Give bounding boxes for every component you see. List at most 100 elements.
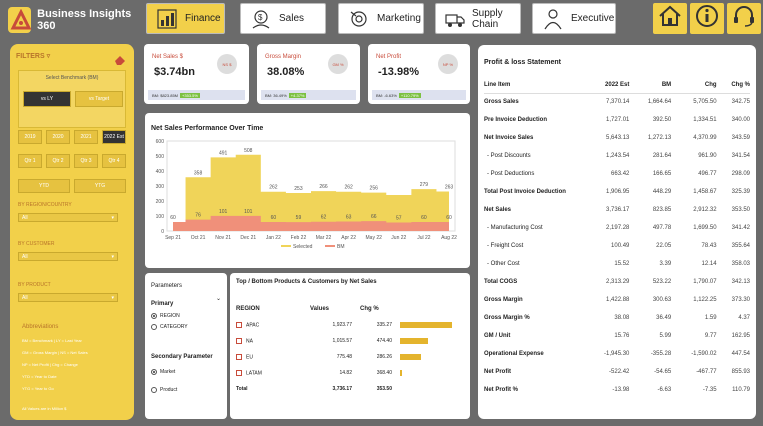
- pl-row: Total Post Invoice Deduction 1,906.95 448.…: [484, 183, 750, 201]
- quarter-4[interactable]: Qtr 4: [102, 154, 126, 168]
- pl-cell-bm: 5.99: [659, 333, 672, 339]
- pl-cell-chg: 496.77: [698, 171, 717, 177]
- data-label-bm: 76: [195, 213, 201, 219]
- table-row[interactable]: APAC 1,923.77 335.27: [236, 317, 464, 333]
- data-label-bm: 63: [346, 215, 352, 221]
- primary-option-category[interactable]: CATEGORY: [151, 324, 188, 330]
- pl-row: Net Profit -522.42 -54.65 -467.77 855.93: [484, 363, 750, 381]
- table-row[interactable]: NA 1,015.57 474.40: [236, 333, 464, 349]
- benchmark-vs-ly[interactable]: vs LY: [23, 91, 71, 107]
- data-label-selected: 508: [244, 148, 253, 154]
- kpi-title: Net Profit: [376, 54, 402, 60]
- y-tick-label: 600: [156, 139, 165, 145]
- pl-cell-bm: 300.63: [652, 297, 672, 303]
- pl-cell-item: Pre Invoice Deduction: [484, 117, 548, 123]
- column-header[interactable]: Values: [310, 301, 360, 317]
- support-button[interactable]: [727, 3, 761, 34]
- app-logo: Business Insights 360: [8, 6, 140, 34]
- nav-supply-chain[interactable]: Supply Chain: [435, 3, 521, 34]
- pl-cell-pct: 355.64: [731, 243, 750, 249]
- kpi-value: $3.74bn: [154, 66, 195, 78]
- product-dropdown[interactable]: All ▾: [18, 293, 118, 302]
- data-label-bm: 60: [446, 215, 452, 221]
- clear-filters-button[interactable]: [114, 52, 126, 65]
- data-label-bm: 62: [321, 215, 327, 221]
- primary-option-region[interactable]: REGION: [151, 313, 180, 319]
- data-label-bm: 60: [170, 215, 176, 221]
- quarter-1[interactable]: Qtr 1: [18, 154, 42, 168]
- abbreviation-line: GM = Gross Margin | NS = Net Sales: [22, 350, 88, 355]
- pl-cell-item: Net Profit: [484, 369, 511, 375]
- column-header[interactable]: Chg %: [360, 301, 400, 317]
- pl-cell-item: Gross Margin: [484, 297, 523, 303]
- ytd-button[interactable]: YTD: [18, 179, 70, 193]
- kpi-net-profit: Net Profit -13.98% NP % BM: -6.63% +110.7…: [368, 44, 470, 104]
- parameters-panel: Parameters ⌄ Primary REGION CATEGORY Sec…: [145, 273, 227, 419]
- x-tick-label: Jul 22: [417, 235, 431, 241]
- table-row[interactable]: LATAM 14.82 368.40: [236, 365, 464, 381]
- x-tick-label: Aug 22: [441, 235, 457, 241]
- pl-cell-pct: 342.13: [731, 279, 750, 285]
- column-header[interactable]: REGION: [236, 301, 310, 317]
- data-label-bm: 60: [271, 215, 277, 221]
- nav-label: Sales: [279, 13, 305, 24]
- nav-marketing[interactable]: Marketing: [338, 3, 424, 34]
- year-2021[interactable]: 2021: [74, 130, 98, 144]
- data-label-bm: 60: [421, 215, 427, 221]
- pl-cell-item: Gross Margin %: [484, 315, 530, 321]
- info-button[interactable]: [690, 3, 724, 34]
- abbreviation-line: BM = Benchmark | LY = Last Year: [22, 338, 82, 343]
- column-header[interactable]: BM: [629, 77, 672, 94]
- region-dropdown[interactable]: All ▾: [18, 213, 118, 222]
- radio-icon: [151, 324, 157, 330]
- expand-icon[interactable]: [236, 321, 242, 328]
- year-2020[interactable]: 2020: [46, 130, 70, 144]
- pl-cell-bm: 497.78: [652, 225, 672, 231]
- pl-row: - Freight Cost 100.49 22.05 78.43 355.64: [484, 237, 750, 255]
- column-header[interactable]: 2022 Est: [584, 77, 630, 94]
- ytg-button[interactable]: YTG: [74, 179, 126, 193]
- secondary-option-market[interactable]: Market: [151, 369, 175, 375]
- pl-cell-est: 1,727.01: [606, 117, 630, 123]
- expand-icon[interactable]: [236, 369, 242, 376]
- pl-cell-est: 38.08: [614, 315, 630, 321]
- share-bar: [400, 370, 402, 376]
- quarter-3[interactable]: Qtr 3: [74, 154, 98, 168]
- pl-cell-bm: 823.85: [652, 207, 672, 213]
- year-2022-est[interactable]: 2022 Est: [102, 130, 126, 144]
- quarter-2[interactable]: Qtr 2: [46, 154, 70, 168]
- pl-cell-bm: -355.28: [650, 351, 672, 357]
- home-button[interactable]: [653, 3, 687, 34]
- column-header[interactable]: Chg %: [716, 77, 750, 94]
- eraser-icon: [115, 56, 125, 65]
- filters-title: FILTERS ▿: [16, 53, 51, 60]
- pl-cell-chg: 12.14: [701, 261, 717, 267]
- pl-row: Net Sales 3,736.17 823.85 2,912.32 353.50: [484, 201, 750, 219]
- pl-cell-item: Total Post Invoice Deduction: [484, 189, 566, 195]
- customer-dropdown[interactable]: All ▾: [18, 252, 118, 261]
- year-2019[interactable]: 2019: [18, 130, 42, 144]
- expand-icon[interactable]: [236, 353, 242, 360]
- pl-row: - Post Discounts 1,243.54 281.64 961.90 341.…: [484, 147, 750, 165]
- kpi-title: Gross Margin: [265, 54, 302, 60]
- pl-cell-chg: 961.90: [698, 153, 717, 159]
- pl-cell-item: Operational Expense: [484, 351, 544, 357]
- chevron-down-icon[interactable]: ⌄: [216, 295, 221, 302]
- pl-cell-pct: 4.37: [738, 315, 750, 321]
- pl-row: GM / Unit 15.76 5.99 9.77 162.95: [484, 327, 750, 345]
- column-header[interactable]: Chg: [671, 77, 717, 94]
- table-row[interactable]: EU 775.48 286.26: [236, 349, 464, 365]
- column-header[interactable]: Line Item: [484, 77, 584, 94]
- secondary-option-product[interactable]: Product: [151, 387, 177, 393]
- nav-finance[interactable]: Finance: [146, 3, 225, 34]
- pl-row: - Manufacturing Cost 2,197.28 497.78 1,699.…: [484, 219, 750, 237]
- benchmark-vs-target[interactable]: vs Target: [75, 91, 123, 107]
- abbreviation-line: NP = Net Profit | Chg = Change: [22, 362, 78, 367]
- pl-cell-pct: 162.95: [731, 333, 750, 339]
- nav-executive[interactable]: Executive: [532, 3, 616, 34]
- nav-sales[interactable]: $ Sales: [240, 3, 326, 34]
- pl-cell-est: 1,422.88: [606, 297, 630, 303]
- pl-cell-item: Net Profit %: [484, 387, 519, 393]
- expand-icon[interactable]: [236, 337, 242, 344]
- pl-cell-bm: 392.50: [652, 117, 672, 123]
